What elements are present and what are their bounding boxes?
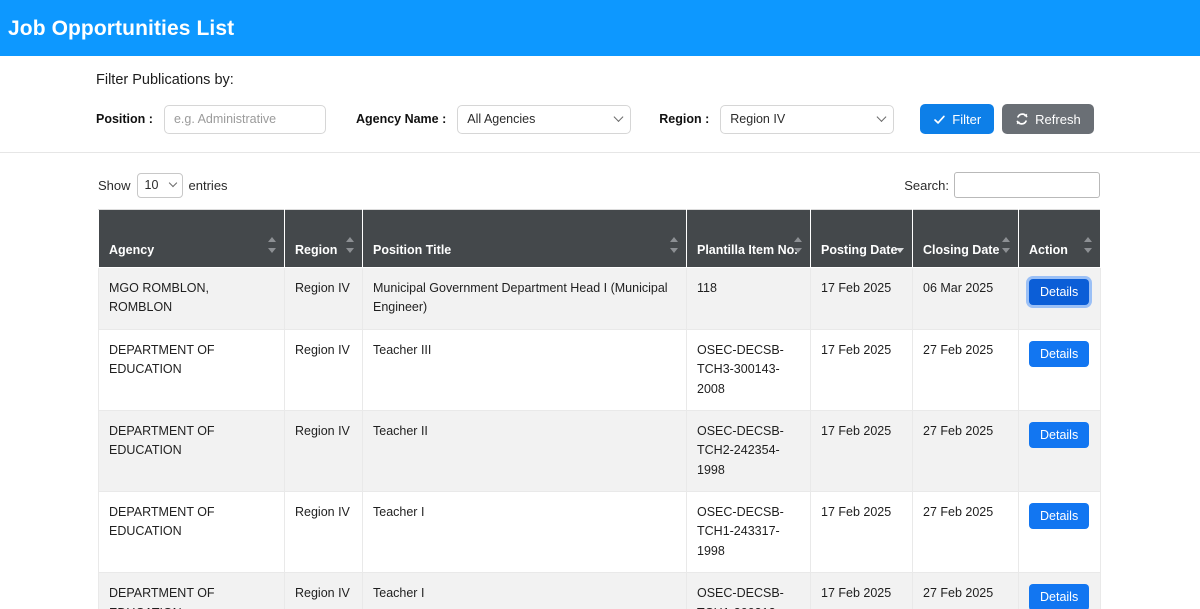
agency-select[interactable]: All Agencies — [457, 104, 632, 134]
table-controls: Show 10 entries Search: — [98, 153, 1100, 209]
cell-action: Details — [1018, 409, 1101, 493]
cell-action: Details — [1018, 490, 1101, 574]
page-length-select-wrapper[interactable]: 10 — [136, 172, 183, 198]
details-button[interactable]: Details — [1029, 340, 1090, 368]
agency-select-wrapper[interactable]: All Agencies — [457, 104, 632, 134]
cell-agency: DEPARTMENT OF EDUCATION — [98, 409, 285, 493]
cell-region: Region IV — [284, 328, 363, 411]
column-header-region[interactable]: Region — [284, 209, 363, 268]
show-label: Show — [98, 177, 131, 193]
column-header-plantilla-item-no-label: Plantilla Item No. — [697, 243, 798, 257]
table-row: DEPARTMENT OF EDUCATION Region IV Teache… — [98, 490, 1101, 574]
table-row: DEPARTMENT OF EDUCATION Region IV Teache… — [98, 409, 1101, 493]
cell-posting-date: 17 Feb 2025 — [810, 409, 913, 493]
cell-closing-date: 06 Mar 2025 — [912, 267, 1019, 330]
filter-controls-row: Position : Agency Name : All Agencies Re… — [96, 104, 1200, 134]
cell-plantilla-item-no: OSEC-DECSB-TCH2-242354-1998 — [686, 409, 811, 493]
cell-posting-date: 17 Feb 2025 — [810, 328, 913, 411]
column-header-plantilla-item-no[interactable]: Plantilla Item No. — [686, 209, 811, 268]
sort-arrows-icon[interactable] — [1002, 237, 1011, 253]
cell-posting-date: 17 Feb 2025 — [810, 490, 913, 574]
agency-name-label: Agency Name : — [355, 112, 447, 126]
cell-action: Details — [1018, 328, 1101, 411]
column-header-closing-date[interactable]: Closing Date — [912, 209, 1019, 268]
position-input[interactable] — [163, 104, 326, 134]
cell-region: Region IV — [284, 490, 363, 574]
refresh-button[interactable]: Refresh — [1002, 104, 1094, 134]
sort-arrows-icon[interactable] — [1084, 237, 1093, 253]
refresh-button-label: Refresh — [1035, 111, 1081, 127]
region-select[interactable]: Region IV — [720, 104, 895, 134]
table-row: MGO ROMBLON, ROMBLON Region IV Municipal… — [98, 267, 1101, 330]
column-header-posting-date-label: Posting Date — [821, 243, 898, 257]
cell-agency: DEPARTMENT OF EDUCATION — [98, 328, 285, 411]
sort-arrows-icon[interactable] — [670, 237, 679, 253]
cell-region: Region IV — [284, 409, 363, 493]
page-title: Job Opportunities List — [8, 16, 235, 40]
details-button[interactable]: Details — [1029, 584, 1090, 609]
column-header-action-label: Action — [1029, 243, 1068, 257]
check-icon — [934, 115, 946, 124]
cell-position-title: Teacher III — [362, 328, 687, 411]
details-button[interactable]: Details — [1029, 421, 1090, 449]
cell-agency: DEPARTMENT OF EDUCATION — [98, 490, 285, 574]
region-label: Region : — [659, 112, 710, 126]
position-label: Position : — [96, 112, 153, 126]
cell-position-title: Teacher II — [362, 409, 687, 493]
table-area: Show 10 entries Search: Agency Region Po… — [0, 153, 1200, 609]
cell-plantilla-item-no: OSEC-DECSB-TCH3-300143-2008 — [686, 328, 811, 411]
column-header-position-title-label: Position Title — [373, 243, 452, 257]
cell-plantilla-item-no: OSEC-DECSB-TCH1-243317-1998 — [686, 490, 811, 574]
column-header-posting-date[interactable]: Posting Date — [810, 209, 913, 268]
job-opportunities-table: Agency Region Position Title Plantilla I… — [98, 209, 1101, 609]
column-header-closing-date-label: Closing Date — [923, 243, 1000, 257]
page-length-control: Show 10 entries — [98, 172, 228, 198]
cell-position-title: Teacher I — [362, 490, 687, 574]
cell-action: Details — [1018, 267, 1101, 330]
search-input[interactable] — [954, 172, 1100, 198]
cell-closing-date: 27 Feb 2025 — [912, 328, 1019, 411]
cell-plantilla-item-no: OSEC-DECSB-TCH1-300312-2018 — [686, 572, 811, 609]
region-select-wrapper[interactable]: Region IV — [720, 104, 895, 134]
sort-arrows-icon[interactable] — [346, 237, 355, 253]
column-header-region-label: Region — [295, 243, 338, 257]
app-header: Job Opportunities List — [0, 0, 1200, 56]
cell-position-title: Municipal Government Department Head I (… — [362, 267, 687, 330]
cell-position-title: Teacher I — [362, 572, 687, 609]
cell-agency: DEPARTMENT OF EDUCATION — [98, 572, 285, 609]
sort-arrows-icon[interactable] — [794, 237, 803, 253]
cell-posting-date: 17 Feb 2025 — [810, 572, 913, 609]
cell-closing-date: 27 Feb 2025 — [912, 409, 1019, 493]
table-header-row: Agency Region Position Title Plantilla I… — [98, 209, 1101, 268]
cell-closing-date: 27 Feb 2025 — [912, 490, 1019, 574]
sort-descending-icon[interactable] — [896, 237, 905, 253]
filter-button[interactable]: Filter — [920, 104, 995, 134]
column-header-action[interactable]: Action — [1018, 209, 1101, 268]
sort-arrows-icon[interactable] — [268, 237, 277, 253]
cell-posting-date: 17 Feb 2025 — [810, 267, 913, 330]
page-length-select[interactable]: 10 — [136, 172, 183, 198]
cell-region: Region IV — [284, 572, 363, 609]
entries-label: entries — [188, 177, 228, 193]
column-header-agency[interactable]: Agency — [98, 209, 285, 268]
table-head: Agency Region Position Title Plantilla I… — [98, 209, 1101, 268]
column-header-agency-label: Agency — [109, 243, 155, 257]
cell-region: Region IV — [284, 267, 363, 330]
filter-panel: Filter Publications by: Position : Agenc… — [0, 56, 1200, 153]
search-control: Search: — [904, 172, 1100, 198]
cell-action: Details — [1018, 572, 1101, 609]
filter-button-label: Filter — [952, 111, 982, 127]
filter-panel-title: Filter Publications by: — [96, 72, 234, 88]
details-button[interactable]: Details — [1029, 503, 1090, 530]
cell-plantilla-item-no: 118 — [686, 267, 811, 330]
table-body: MGO ROMBLON, ROMBLON Region IV Municipal… — [98, 267, 1101, 609]
details-button[interactable]: Details — [1029, 279, 1090, 306]
table-row: DEPARTMENT OF EDUCATION Region IV Teache… — [98, 572, 1101, 609]
table-row: DEPARTMENT OF EDUCATION Region IV Teache… — [98, 328, 1101, 411]
column-header-position-title[interactable]: Position Title — [362, 209, 687, 268]
cell-agency: MGO ROMBLON, ROMBLON — [98, 267, 285, 330]
search-label: Search: — [904, 177, 949, 193]
refresh-icon — [1016, 113, 1028, 125]
cell-closing-date: 27 Feb 2025 — [912, 572, 1019, 609]
